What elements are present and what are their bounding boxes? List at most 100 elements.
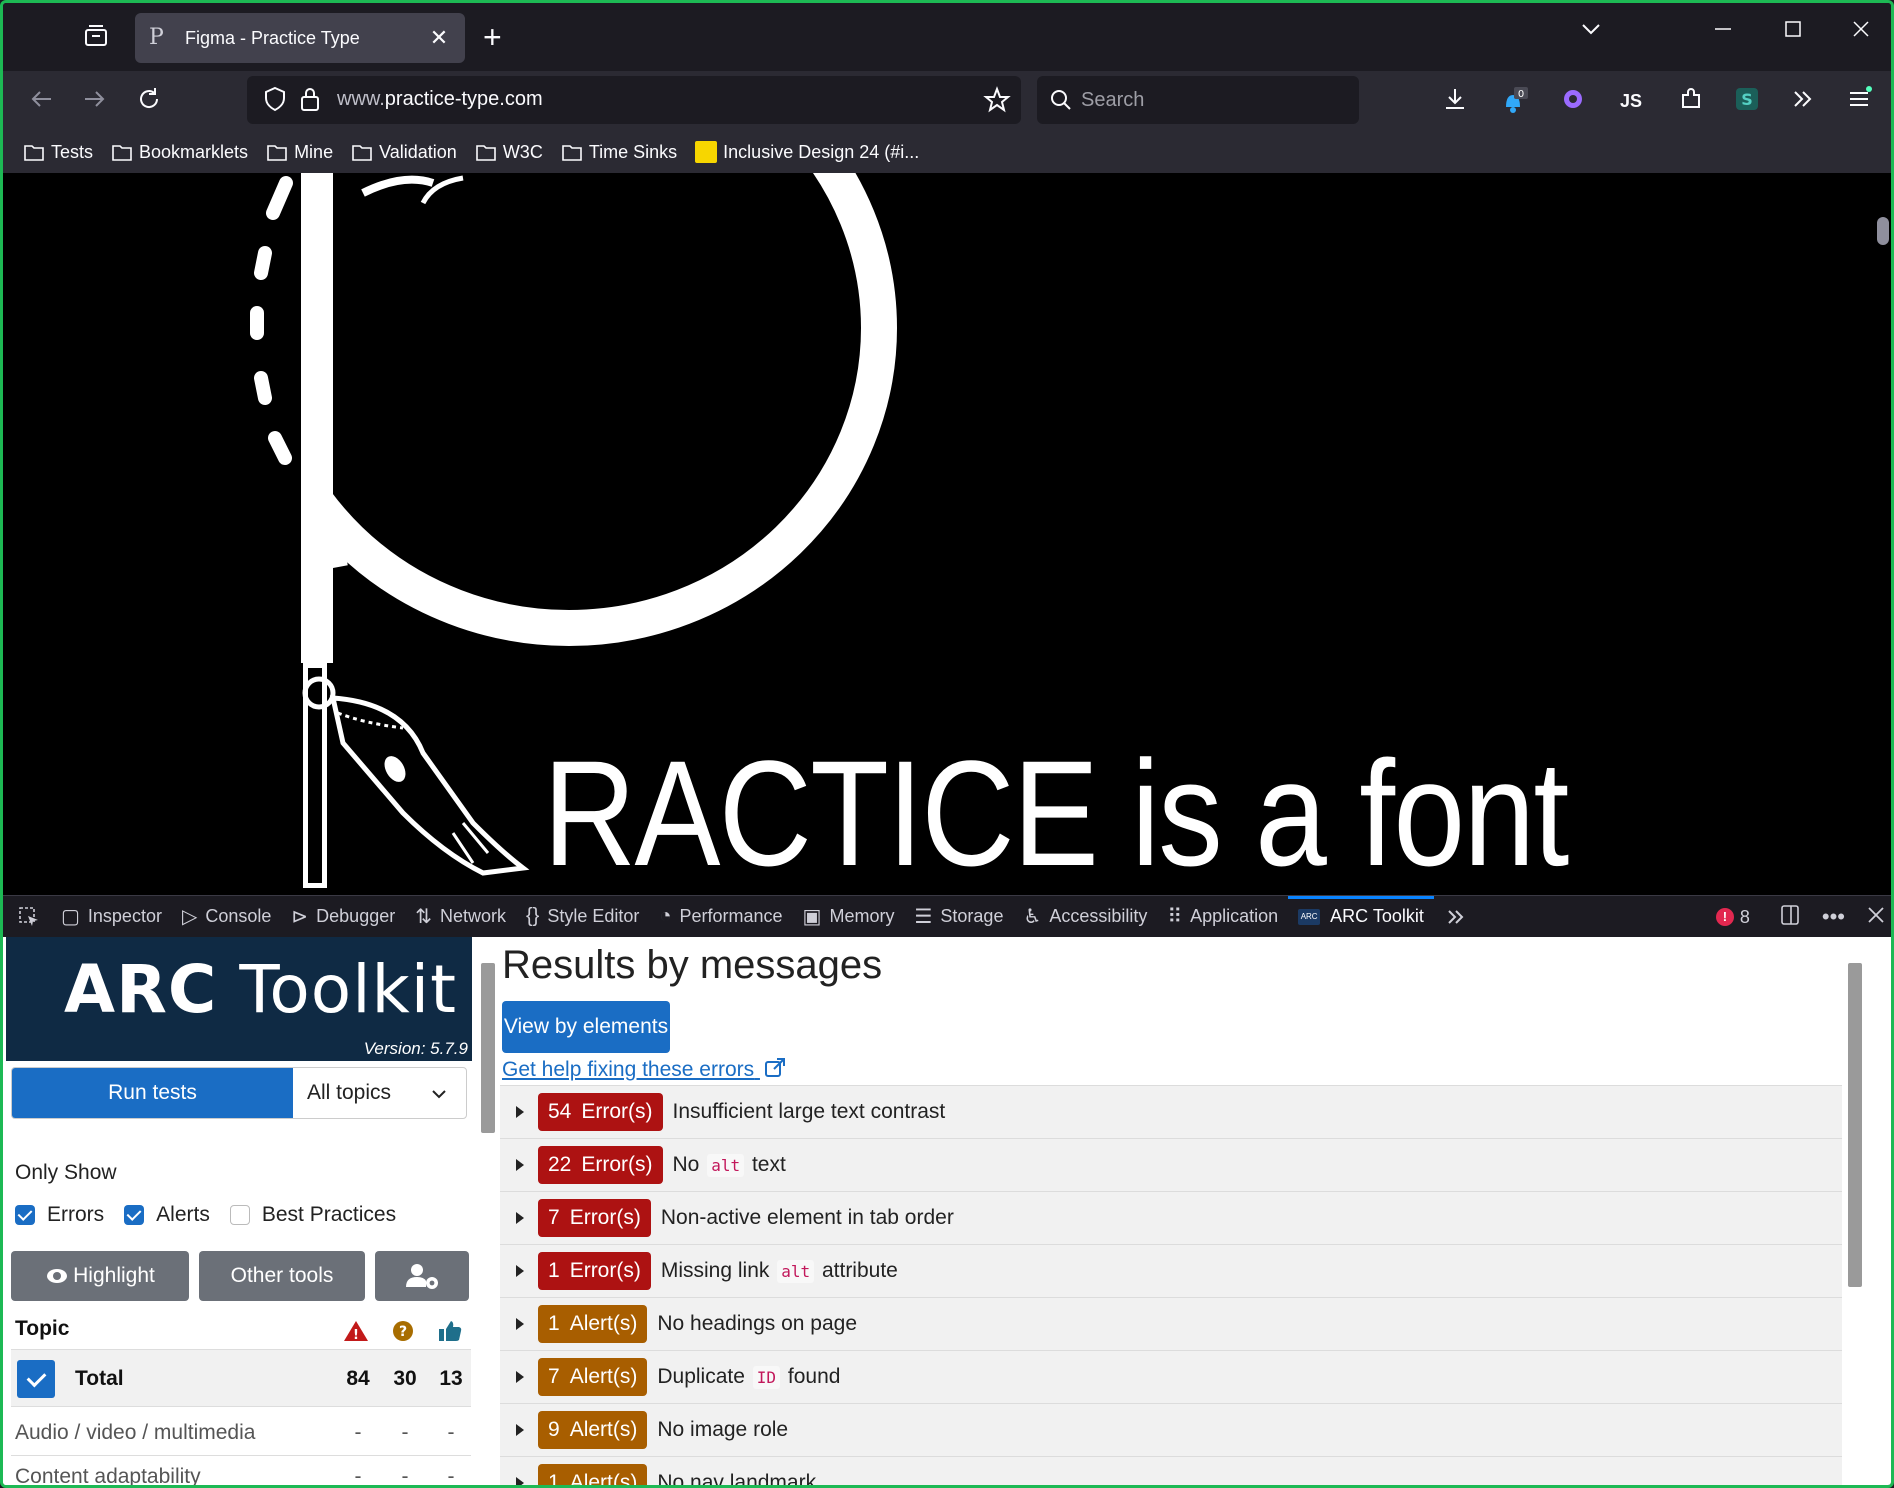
search-input[interactable] — [1081, 86, 1341, 114]
page-scrollbar[interactable] — [1869, 173, 1891, 895]
total-checkbox[interactable] — [17, 1360, 55, 1398]
search-icon — [1049, 88, 1073, 117]
message-text-after: attribute — [821, 1259, 898, 1282]
new-tab-icon[interactable]: + — [483, 19, 502, 55]
more-tabs-icon[interactable] — [1434, 896, 1478, 938]
message-row[interactable]: 9 Alert(s) No image role — [500, 1403, 1868, 1456]
shield-icon[interactable] — [263, 86, 287, 117]
message-row[interactable]: 1 Alert(s) No nav landmark — [500, 1456, 1868, 1485]
bookmark-folder[interactable]: Time Sinks — [561, 142, 677, 163]
bookmark-folder[interactable]: Bookmarklets — [111, 142, 248, 163]
reload-icon[interactable] — [133, 85, 165, 117]
downloads-icon[interactable] — [1439, 85, 1471, 117]
other-tools-button[interactable]: Other tools — [199, 1251, 365, 1301]
url-bar[interactable]: www.practice-type.com — [247, 76, 1021, 124]
bookmark-link[interactable]: Inclusive Design 24 (#i... — [695, 141, 919, 163]
gear-extension-icon[interactable] — [1557, 85, 1589, 117]
tab-memory[interactable]: ▣ Memory — [793, 896, 905, 938]
extensions-puzzle-icon[interactable] — [1675, 85, 1707, 117]
topic-best: - — [447, 1421, 455, 1444]
lock-icon[interactable] — [299, 86, 321, 117]
logo-wordmark: ARC Toolkit — [64, 951, 457, 1028]
tab-console[interactable]: ▷ Console — [172, 896, 281, 938]
forward-icon[interactable] — [79, 85, 111, 117]
close-window-icon[interactable] — [1849, 17, 1873, 48]
s-extension-icon[interactable]: S — [1731, 85, 1763, 117]
tab-list-icon[interactable] — [81, 21, 111, 51]
filter-checkboxes: Errors Alerts Best Practices — [15, 1203, 416, 1227]
best-practices-checkbox[interactable] — [229, 1205, 250, 1225]
expand-caret-icon[interactable] — [516, 1371, 524, 1383]
expand-caret-icon[interactable] — [516, 1477, 524, 1485]
results-scrollbar[interactable] — [1842, 937, 1868, 1485]
topic-row[interactable]: Audio / video / multimedia - - - — [15, 1421, 471, 1451]
js-extension-icon[interactable]: JS — [1615, 85, 1647, 117]
bookmark-folder[interactable]: Tests — [23, 142, 93, 163]
message-row[interactable]: 1 Error(s) Missing link alt attribute — [500, 1244, 1868, 1297]
errors-checkbox[interactable] — [15, 1205, 35, 1225]
tab-inspector[interactable]: ▢ Inspector — [51, 896, 172, 938]
element-picker-icon[interactable] — [3, 896, 51, 938]
expand-caret-icon[interactable] — [516, 1318, 524, 1330]
expand-caret-icon[interactable] — [516, 1424, 524, 1436]
pill-kind: Alert(s) — [569, 1312, 638, 1335]
message-text-before: Non-active element in tab order — [660, 1206, 954, 1229]
tab-label: Memory — [829, 906, 895, 926]
tab-network[interactable]: ⇅ Network — [405, 896, 516, 938]
tab-application[interactable]: ⠿ Application — [1157, 896, 1288, 938]
tab-style-editor[interactable]: {} Style Editor — [516, 896, 649, 938]
results-scrollbar-thumb[interactable] — [1848, 963, 1862, 1287]
message-row[interactable]: 7 Alert(s) Duplicate ID found — [500, 1350, 1868, 1403]
maximize-icon[interactable] — [1781, 17, 1805, 48]
tab-accessibility[interactable]: ♿ Accessibility — [1013, 896, 1157, 938]
dock-icon[interactable] — [1778, 903, 1802, 932]
sidebar-scrollbar[interactable] — [478, 937, 500, 1485]
filter-errors[interactable]: Errors — [15, 1203, 104, 1227]
message-row[interactable]: 22 Error(s) No alt text — [500, 1138, 1868, 1191]
user-settings-button[interactable] — [375, 1251, 469, 1301]
view-by-elements-button[interactable]: View by elements — [502, 1001, 670, 1053]
tab-performance[interactable]: ◔ Performance — [649, 896, 792, 938]
highlight-button[interactable]: Highlight — [11, 1251, 189, 1301]
help-link[interactable]: Get help fixing these errors — [502, 1057, 786, 1082]
tab-active[interactable]: P Figma - Practice Type ✕ — [135, 13, 465, 63]
close-tab-icon[interactable]: ✕ — [427, 25, 451, 51]
bookmark-folder[interactable]: W3C — [475, 142, 543, 163]
bookmark-star-icon[interactable] — [983, 86, 1011, 119]
pill-kind: Alert(s) — [569, 1418, 638, 1441]
back-icon[interactable] — [25, 85, 57, 117]
error-count-badge[interactable]: ! 8 — [1715, 907, 1750, 928]
notification-extension-icon[interactable]: 0 — [1497, 85, 1529, 117]
filter-best-practices[interactable]: Best Practices — [229, 1203, 396, 1227]
expand-caret-icon[interactable] — [516, 1212, 524, 1224]
message-row[interactable]: 7 Error(s) Non-active element in tab order — [500, 1191, 1868, 1244]
page-scrollbar-thumb[interactable] — [1877, 217, 1889, 245]
topic-select[interactable]: All topics — [293, 1068, 466, 1118]
bookmark-folder[interactable]: Mine — [266, 142, 333, 163]
message-row[interactable]: 1 Alert(s) No headings on page — [500, 1297, 1868, 1350]
url-text[interactable]: www.practice-type.com — [337, 88, 543, 111]
tab-debugger[interactable]: ⊳ Debugger — [281, 896, 405, 938]
expand-caret-icon[interactable] — [516, 1106, 524, 1118]
tab-arc-toolkit[interactable]: ARC ARC Toolkit — [1288, 895, 1434, 938]
overflow-menu-icon[interactable] — [1787, 85, 1819, 117]
expand-caret-icon[interactable] — [516, 1159, 524, 1171]
topic-errors: - — [354, 1421, 362, 1444]
close-devtools-icon[interactable] — [1865, 904, 1887, 931]
total-row[interactable]: Total 84 30 13 — [11, 1349, 471, 1407]
alerts-checkbox[interactable] — [124, 1205, 145, 1225]
tab-storage[interactable]: ☰ Storage — [904, 896, 1013, 938]
run-tests-button[interactable]: Run tests — [12, 1068, 293, 1118]
more-options-icon[interactable]: ••• — [1822, 904, 1845, 930]
search-bar[interactable] — [1037, 76, 1359, 124]
minimize-icon[interactable] — [1711, 17, 1735, 48]
message-row[interactable]: 54 Error(s) Insufficient large text contra… — [500, 1085, 1868, 1138]
list-all-tabs-icon[interactable] — [1579, 17, 1603, 48]
pill-kind: Error(s) — [581, 1153, 653, 1176]
filter-alerts[interactable]: Alerts — [124, 1203, 210, 1227]
expand-caret-icon[interactable] — [516, 1265, 524, 1277]
hamburger-menu-icon[interactable] — [1843, 85, 1875, 117]
topic-row[interactable]: Content adaptability - - - — [15, 1465, 471, 1485]
bookmark-folder[interactable]: Validation — [351, 142, 457, 163]
sidebar-scrollbar-thumb[interactable] — [481, 963, 495, 1133]
